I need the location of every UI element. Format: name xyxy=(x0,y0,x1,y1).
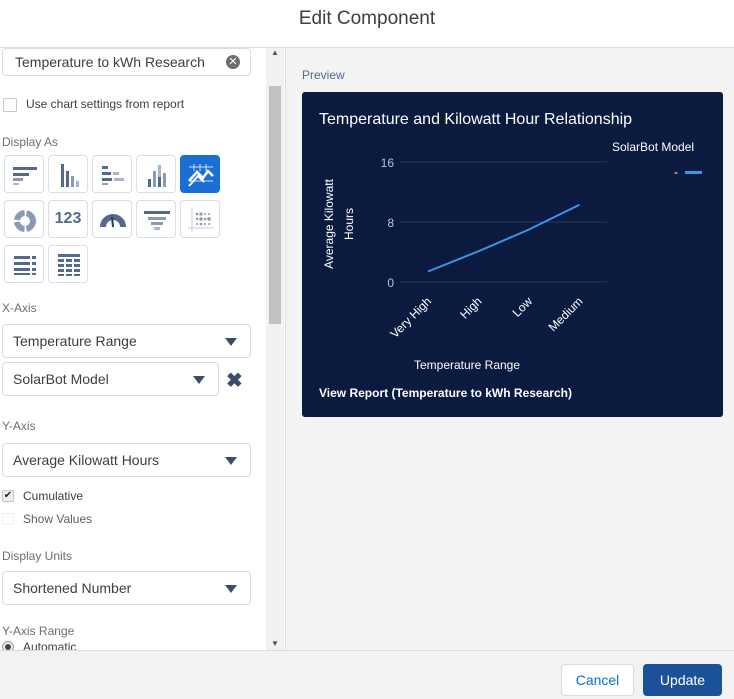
chart-type-scatter[interactable] xyxy=(180,200,220,238)
metric-icon: 123 xyxy=(54,210,82,227)
chart-type-donut[interactable] xyxy=(4,200,44,238)
chart-type-line[interactable] xyxy=(180,155,220,193)
line-chart-icon xyxy=(188,164,214,187)
y-tick-label: 8 xyxy=(387,216,394,230)
y-axis-value: Average Kilowatt Hours xyxy=(13,452,160,468)
vertical-bar-icon xyxy=(61,164,79,187)
dropdown-arrow-icon xyxy=(225,457,237,465)
stacked-horizontal-bar-icon xyxy=(102,166,124,185)
display-units-value: Shortened Number xyxy=(13,580,132,596)
y-axis-range-label: Y-Axis Range xyxy=(2,624,75,638)
display-units-label: Display Units xyxy=(2,549,73,563)
chart-type-vertical-bar[interactable] xyxy=(48,155,88,193)
preview-label: Preview xyxy=(302,68,345,82)
x-axis-select[interactable]: Temperature Range xyxy=(2,324,251,358)
funnel-icon xyxy=(144,211,170,230)
settings-scrollbar[interactable]: ▲ ▼ xyxy=(266,48,284,650)
automatic-radio[interactable] xyxy=(2,641,14,650)
show-values-label: Show Values xyxy=(23,512,93,526)
group-by-select[interactable]: SolarBot Model xyxy=(2,362,219,396)
legend-series-swatch xyxy=(685,171,702,174)
automatic-label: Automatic xyxy=(23,640,77,650)
clear-icon[interactable]: ✕ xyxy=(226,55,240,69)
show-values-checkbox[interactable] xyxy=(2,513,14,525)
chart-card: Temperature and Kilowatt Hour Relationsh… xyxy=(302,92,723,417)
report-input[interactable]: Temperature to kWh Research ✕ xyxy=(2,48,251,76)
use-chart-settings-checkbox[interactable] xyxy=(3,98,17,112)
list-table-icon xyxy=(14,256,36,275)
x-tick-label: High xyxy=(457,294,484,321)
legend-series-label: - xyxy=(674,165,678,179)
settings-panel: Temperature to kWh Research ✕ Use chart … xyxy=(0,48,266,650)
scroll-up-icon[interactable]: ▲ xyxy=(271,48,279,57)
cumulative-label: Cumulative xyxy=(23,489,84,503)
gauge-icon xyxy=(100,214,126,228)
x-tick-label: Medium xyxy=(546,294,586,334)
chart-type-stacked-vertical-bar[interactable] xyxy=(136,155,176,193)
group-by-value: SolarBot Model xyxy=(13,371,109,387)
cancel-button[interactable]: Cancel xyxy=(561,664,634,696)
line-chart: Temperature and Kilowatt Hour Relationsh… xyxy=(319,111,702,400)
chart-type-metric[interactable]: 123 xyxy=(48,200,88,238)
y-axis-label: Y-Axis xyxy=(2,419,36,433)
x-tick-label: Very High xyxy=(387,294,434,341)
modal-title: Edit Component xyxy=(298,8,436,29)
y-tick-label: 0 xyxy=(387,276,394,290)
update-button[interactable]: Update xyxy=(643,664,722,696)
scroll-down-icon[interactable]: ▼ xyxy=(271,639,279,648)
display-units-select[interactable]: Shortened Number xyxy=(2,571,251,605)
chart-type-gauge[interactable] xyxy=(92,200,132,238)
use-chart-settings-label: Use chart settings from report xyxy=(26,97,185,111)
modal-header: Edit Component xyxy=(0,0,734,48)
report-value: Temperature to kWh Research xyxy=(15,54,205,70)
cumulative-checkbox[interactable]: ✔ xyxy=(2,490,14,502)
chart-type-funnel[interactable] xyxy=(136,200,176,238)
stacked-vertical-bar-icon xyxy=(148,165,166,187)
y-tick-label: 16 xyxy=(381,156,395,170)
preview-panel: Preview Temperature and Kilowatt Hour Re… xyxy=(285,48,734,650)
horizontal-bar-icon xyxy=(13,167,37,185)
legend-title: SolarBot Model xyxy=(612,140,694,154)
donut-icon xyxy=(14,210,36,232)
scrollbar-thumb[interactable] xyxy=(269,86,281,324)
x-axis-label: X-Axis xyxy=(2,301,37,315)
chart-type-table[interactable] xyxy=(48,245,88,283)
remove-group-icon[interactable]: ✖ xyxy=(226,368,243,393)
x-axis-value: Temperature Range xyxy=(13,333,137,349)
table-icon xyxy=(58,254,80,276)
chart-title: Temperature and Kilowatt Hour Relationsh… xyxy=(319,111,632,128)
y-axis-title-line2: Hours xyxy=(342,208,356,240)
modal-footer: Cancel Update xyxy=(0,650,734,699)
y-axis-title: Average Kilowatt xyxy=(322,178,336,268)
x-tick-label: Low xyxy=(510,294,536,320)
x-axis-title: Temperature Range xyxy=(414,358,520,372)
chart-type-horizontal-bar[interactable] xyxy=(4,155,44,193)
view-report-link[interactable]: View Report (Temperature to kWh Research… xyxy=(319,386,572,400)
y-axis-select[interactable]: Average Kilowatt Hours xyxy=(2,443,251,477)
dropdown-arrow-icon xyxy=(225,585,237,593)
chart-type-lightning-table[interactable] xyxy=(4,245,44,283)
chart-type-stacked-horizontal-bar[interactable] xyxy=(92,155,132,193)
series-line xyxy=(427,203,580,273)
scatter-icon xyxy=(188,208,214,232)
display-as-label: Display As xyxy=(2,135,59,149)
dropdown-arrow-icon xyxy=(225,338,237,346)
dropdown-arrow-icon xyxy=(193,376,205,384)
